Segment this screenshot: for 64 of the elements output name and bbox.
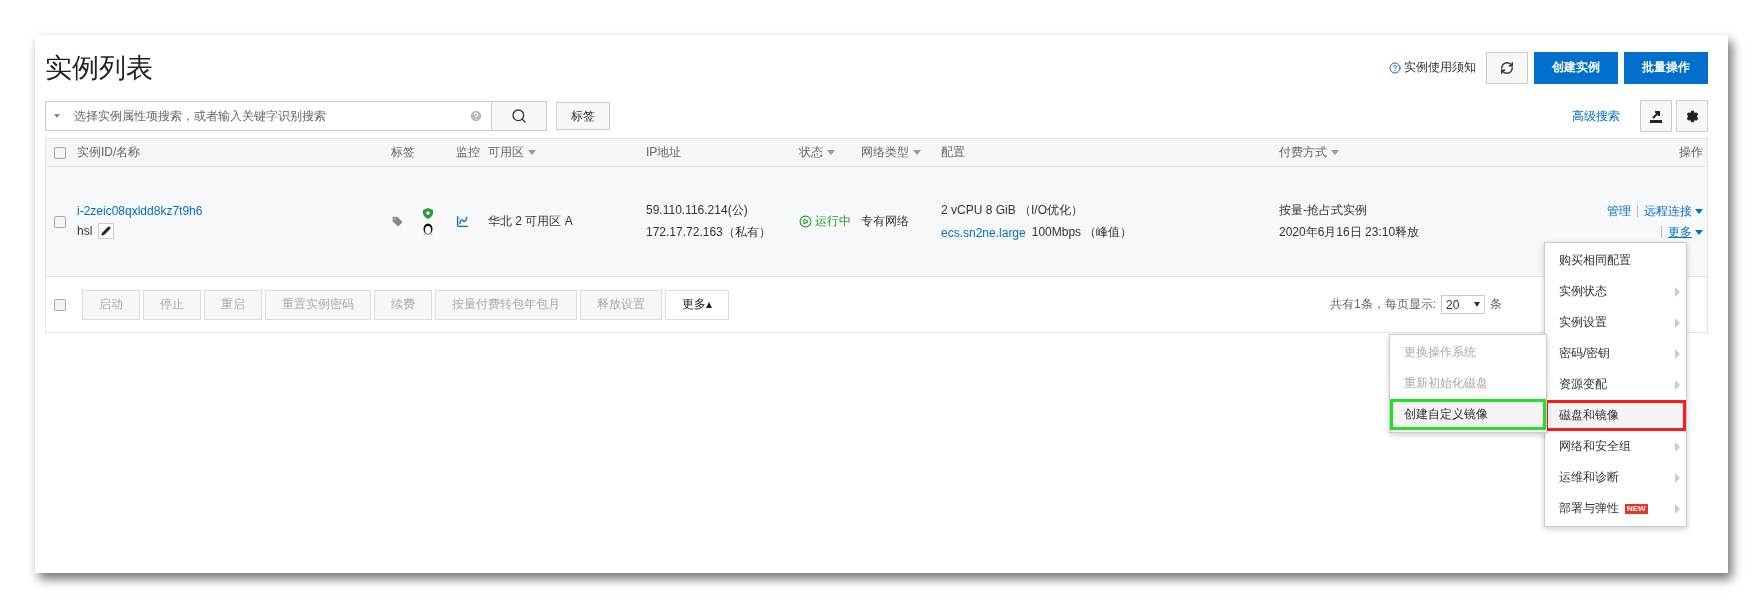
refresh-button[interactable]: [1486, 51, 1528, 84]
bandwidth-text: 100Mbps （峰值）: [1031, 224, 1133, 241]
settings-button[interactable]: [1676, 100, 1708, 132]
instance-type-link[interactable]: ecs.sn2ne.large: [941, 225, 1026, 240]
status-text: 运行中: [799, 213, 861, 230]
spec-text: 2 vCPU 8 GiB （I/O优化）: [941, 202, 1085, 219]
billing-text: 按量-抢占式实例: [1279, 202, 1368, 219]
more-link[interactable]: 更多: [1668, 223, 1703, 241]
instance-name: hsl: [77, 224, 93, 238]
search-icon: [511, 108, 527, 124]
refresh-icon: [1500, 60, 1514, 75]
total-count-text: 共有1条，每页显示:: [1330, 296, 1436, 313]
menu-item[interactable]: 实例状态: [1545, 276, 1686, 307]
menu-item[interactable]: 运维和诊断: [1545, 462, 1686, 493]
shield-icon: [423, 208, 433, 219]
menu-item[interactable]: 部署与弹性 NEW: [1545, 493, 1686, 524]
tag-icon[interactable]: [391, 215, 404, 228]
network-type-cell-text: 专有网络: [861, 213, 910, 230]
private-ip: 172.17.72.163（私有）: [646, 224, 772, 241]
zone-cell-text: 华北 2 可用区 A: [488, 213, 574, 230]
column-header[interactable]: 状态: [799, 144, 861, 161]
manage-link[interactable]: 管理: [1607, 202, 1631, 220]
menu-item[interactable]: 磁盘和镜像: [1545, 400, 1686, 431]
export-button[interactable]: [1640, 100, 1672, 132]
page-size-unit: 条: [1490, 296, 1502, 313]
menu-item[interactable]: 创建自定义镜像: [1390, 399, 1546, 430]
notice-link[interactable]: 实例使用须知: [1389, 59, 1476, 76]
action-button[interactable]: 创建实例: [1534, 51, 1618, 84]
column-header: 实例ID/名称: [77, 144, 142, 161]
search-button[interactable]: [491, 101, 547, 131]
penguin-icon: [422, 221, 434, 235]
help-icon: [1389, 61, 1401, 74]
settings-icon: [1685, 109, 1699, 123]
column-header: 标签: [391, 144, 416, 161]
remote-connect-link[interactable]: 远程连接: [1644, 202, 1703, 220]
edit-button[interactable]: [98, 223, 115, 239]
menu-item[interactable]: 实例设置: [1545, 307, 1686, 338]
page-size-select[interactable]: 20: [1441, 295, 1485, 314]
pencil-icon: [101, 226, 112, 236]
column-header: 配置: [941, 144, 966, 161]
new-badge: NEW: [1625, 503, 1648, 514]
release-time: 2020年6月16日 23:10释放: [1279, 224, 1421, 241]
column-header[interactable]: 网络类型: [861, 144, 941, 161]
instance-id-link[interactable]: i-2zeic08qxldd8kz7t9h6: [77, 204, 391, 218]
bulk-action-button[interactable]: 更多▴: [665, 289, 730, 320]
page-title: 实例列表: [45, 51, 153, 85]
select-all-checkbox[interactable]: [54, 298, 66, 311]
advanced-search-link[interactable]: 高级搜索: [1572, 107, 1620, 125]
monitor-chart-icon[interactable]: [456, 215, 469, 228]
search-field[interactable]: 选择实例属性项搜索，或者输入关键字识别搜索: [45, 101, 491, 131]
column-header: 操作: [1679, 144, 1703, 161]
column-header[interactable]: 可用区: [488, 144, 646, 161]
public-ip: 59.110.116.214(公): [646, 202, 749, 219]
menu-item[interactable]: 网络和安全组: [1545, 431, 1686, 462]
column-header: IP地址: [646, 144, 683, 161]
select-all-checkbox[interactable]: [54, 146, 66, 159]
column-header: 监控: [456, 144, 481, 161]
tag-button[interactable]: 标签: [556, 102, 610, 130]
menu-item[interactable]: 购买相同配置: [1545, 245, 1686, 276]
column-header[interactable]: 付费方式: [1279, 144, 1679, 161]
row-checkbox[interactable]: [54, 215, 66, 228]
export-icon: [1649, 109, 1663, 123]
play-icon: [799, 215, 812, 228]
action-button[interactable]: 批量操作: [1624, 51, 1708, 84]
